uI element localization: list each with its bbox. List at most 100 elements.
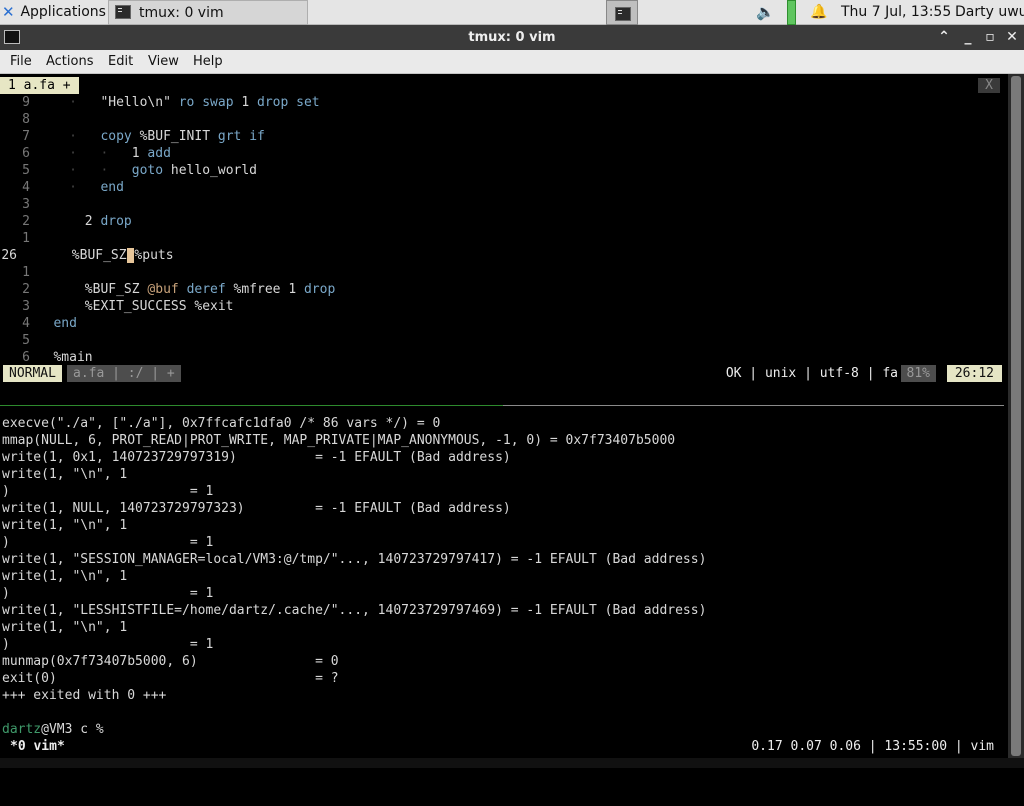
vim-line[interactable]: 6 %main [0, 349, 93, 366]
vim-line-code: %BUF_SZ @buf deref %mfree 1 drop [84, 282, 336, 297]
output-line: write(1, "\n", 1 [2, 467, 128, 482]
vim-line-code: 1 add [131, 146, 171, 161]
vim-line-number: 8 [22, 112, 30, 127]
notification-bell-icon[interactable]: 🔔 [810, 0, 827, 25]
output-line: write(1, "\n", 1 [2, 620, 128, 635]
vim-indent-guides [40, 248, 71, 263]
output-line: execve("./a", ["./a"], 0x7ffcafc1dfa0 /*… [2, 416, 441, 431]
bottom-strip [0, 758, 1024, 768]
vim-line-number: 5 [22, 163, 30, 178]
vim-line-code: end [100, 180, 124, 195]
menu-view[interactable]: View [148, 50, 179, 73]
vim-line[interactable]: 1 [0, 230, 53, 247]
vim-line-number: 3 [22, 197, 30, 212]
tmux-status-right: 0.17 0.07 0.06 | 13:55:00 | vim [751, 739, 994, 754]
vim-line[interactable]: 4 · end [0, 179, 124, 196]
volume-icon[interactable]: 🔈 [756, 0, 775, 25]
close-button[interactable]: ✕ [1002, 25, 1022, 50]
vim-line-number: 26 [1, 248, 17, 263]
vim-line-number: 4 [22, 180, 30, 195]
output-line: mmap(NULL, 6, PROT_READ|PROT_WRITE, MAP_… [2, 433, 676, 448]
output-line: write(1, "SESSION_MANAGER=local/VM3:@/tm… [2, 552, 707, 567]
battery-icon[interactable] [787, 0, 796, 25]
vim-line[interactable]: 3 [0, 196, 53, 213]
menu-actions[interactable]: Actions [46, 50, 94, 73]
output-line: ) = 1 [2, 637, 214, 652]
user-menu[interactable]: Darty uwu [955, 0, 1024, 25]
output-line: write(1, NULL, 140723729797323) = -1 EFA… [2, 501, 511, 516]
vim-line-code: %main [53, 350, 93, 365]
vim-indent-guides [53, 299, 84, 314]
shell-prompt[interactable]: dartz@VM3 c % [2, 721, 112, 738]
vim-line-number: 6 [22, 146, 30, 161]
output-line: ) = 1 [2, 535, 214, 550]
vim-line-number: 2 [22, 214, 30, 229]
tmux-pane-divider [0, 405, 1004, 406]
vim-indent-guides [53, 214, 84, 229]
menu-help[interactable]: Help [193, 50, 223, 73]
vim-indent-guides: · [53, 95, 101, 110]
vim-tab-close-button[interactable]: X [978, 78, 1000, 93]
maximize-button[interactable]: ▫ [980, 25, 1000, 50]
vim-line-code: copy %BUF_INIT grt if [100, 129, 265, 144]
vim-file-info: a.fa | :/ | + [67, 365, 181, 382]
vim-cursor-position: 26:12 [946, 365, 1002, 382]
clock[interactable]: Thu 7 Jul, 13:55 [841, 0, 951, 25]
vim-line[interactable]: 2 2 drop [0, 213, 132, 230]
vim-line-number: 3 [22, 299, 30, 314]
tmux-window-label[interactable]: *0 vim* [10, 738, 65, 755]
vim-line-number: 9 [22, 95, 30, 110]
output-line: +++ exited with 0 +++ [2, 688, 167, 703]
vim-line-number: 7 [22, 129, 30, 144]
prompt-host: @VM3 c % [41, 722, 112, 737]
window-title: tmux: 0 vim [468, 30, 556, 45]
vim-file-format: OK | unix | utf-8 | fa [725, 366, 898, 381]
terminal-icon [115, 5, 131, 19]
vim-scroll-percent: 81% [900, 365, 936, 382]
output-line: ) = 1 [2, 484, 214, 499]
vim-indent-guides: · [53, 129, 101, 144]
tmux-statusbar: *0 vim* 0.17 0.07 0.06 | 13:55:00 | vim [0, 738, 1004, 755]
output-line: exit(0) = ? [2, 671, 339, 686]
vim-statusline: NORMAL a.fa | :/ | + OK | unix | utf-8 |… [3, 365, 1002, 382]
vim-mode: NORMAL [3, 365, 62, 382]
vim-indent-guides: · [53, 180, 101, 195]
vim-tab[interactable]: 1 a.fa + [0, 77, 79, 94]
output-line: write(1, "\n", 1 [2, 569, 128, 584]
terminal-area[interactable]: 1 a.fa + X 9 · "Hello\n" ro swap 1 drop … [0, 74, 1008, 758]
vim-line[interactable]: 26 %BUF_SZ %puts [0, 247, 174, 264]
vim-line[interactable]: 7 · copy %BUF_INIT grt if [0, 128, 265, 145]
workspace-switcher[interactable] [606, 0, 638, 25]
vim-line[interactable]: 2 %BUF_SZ @buf deref %mfree 1 drop [0, 281, 335, 298]
taskbar-window-button[interactable]: tmux: 0 vim [108, 0, 308, 25]
vim-line-code: "Hello\n" ro swap 1 drop set [100, 95, 320, 110]
vim-line[interactable]: 9 · "Hello\n" ro swap 1 drop set [0, 94, 320, 111]
vim-line-code: 2 drop [84, 214, 132, 229]
output-line: ) = 1 [2, 586, 214, 601]
menu-file[interactable]: File [10, 50, 32, 73]
terminal-scrollbar[interactable] [1008, 74, 1024, 758]
vim-line-number: 4 [22, 316, 30, 331]
vim-line-number: 6 [22, 350, 30, 365]
vim-line[interactable]: 3 %EXIT_SUCCESS %exit [0, 298, 233, 315]
vim-line-code: end [53, 316, 77, 331]
vim-line[interactable]: 5 [0, 332, 53, 349]
vim-line[interactable]: 4 end [0, 315, 77, 332]
output-line: write(1, 0x1, 140723729797319) = -1 EFAU… [2, 450, 511, 465]
prompt-user: dartz [2, 722, 42, 737]
applications-menu[interactable]: ✕ Applications [2, 0, 106, 25]
vim-indent-guides: · · [53, 163, 132, 178]
minimize-button[interactable]: _ [958, 25, 978, 50]
vim-indent-guides [53, 282, 84, 297]
vim-line[interactable]: 1 [0, 264, 53, 281]
menu-edit[interactable]: Edit [108, 50, 133, 73]
maximize-up-icon[interactable]: ⌃ [934, 25, 954, 50]
taskbar-window-title: tmux: 0 vim [139, 5, 224, 21]
vim-line-code: goto hello_world [131, 163, 257, 178]
vim-line[interactable]: 8 [0, 111, 53, 128]
window-titlebar[interactable]: tmux: 0 vim ⌃ _ ▫ ✕ [0, 25, 1024, 50]
vim-line[interactable]: 5 · · goto hello_world [0, 162, 257, 179]
vim-line[interactable]: 6 · · 1 add [0, 145, 171, 162]
scrollbar-thumb[interactable] [1011, 76, 1021, 756]
vim-line-number: 2 [22, 282, 30, 297]
